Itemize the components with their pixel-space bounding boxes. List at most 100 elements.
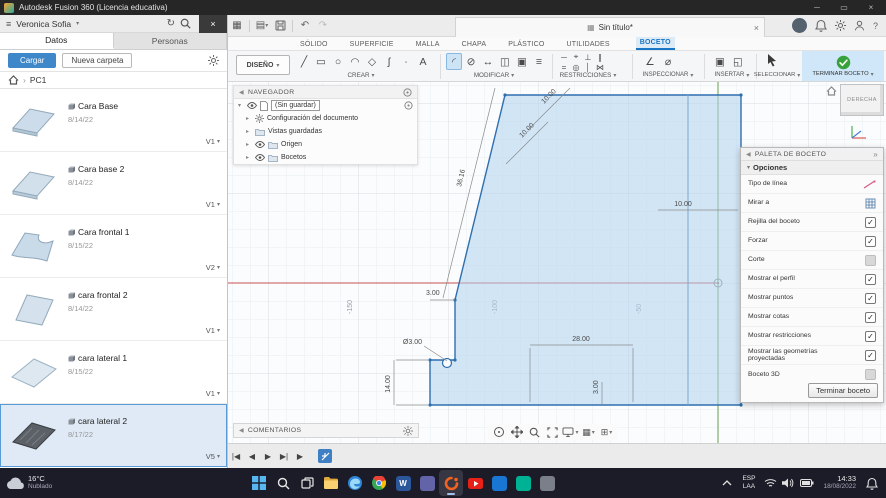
search-icon[interactable] bbox=[180, 18, 191, 29]
tool-polygon-icon[interactable]: ◇ bbox=[364, 53, 380, 70]
document-name[interactable]: (Sin guardar) bbox=[271, 100, 320, 111]
wifi-icon[interactable] bbox=[761, 470, 779, 496]
list-item[interactable]: Cara base 2 8/14/22 V1 ▾ bbox=[0, 152, 227, 215]
tool-fillet-icon[interactable]: ◜ bbox=[446, 53, 462, 70]
dimension-text[interactable]: 3.00 bbox=[426, 290, 440, 297]
new-folder-button[interactable]: Nueva carpeta bbox=[62, 53, 133, 68]
look-at-icon[interactable] bbox=[865, 198, 876, 209]
weather-widget[interactable]: 16°C Nublado bbox=[0, 474, 70, 492]
expand-caret-icon[interactable]: ▸ bbox=[246, 128, 252, 135]
browser-item-origin[interactable]: ▸ Origen bbox=[234, 138, 417, 151]
constraint-parallel-icon[interactable]: ∥ bbox=[594, 52, 606, 62]
settings-gear-icon[interactable] bbox=[208, 55, 219, 66]
tab-solido[interactable]: SÓLIDO bbox=[296, 39, 332, 50]
fusion-360-taskbar-icon[interactable] bbox=[439, 470, 463, 496]
palette-row-show-points[interactable]: Mostrar puntos bbox=[741, 289, 883, 308]
list-item[interactable]: cara lateral 1 8/15/22 V1 ▾ bbox=[0, 341, 227, 404]
file-explorer-icon[interactable] bbox=[319, 470, 343, 496]
timeline-sketch-feature[interactable] bbox=[318, 449, 332, 463]
finish-sketch-palette-button[interactable]: Terminar boceto bbox=[808, 383, 878, 398]
workspace-selector[interactable]: DISEÑO ▾ bbox=[236, 55, 290, 75]
tool-insert-image-icon[interactable]: ▣ bbox=[712, 53, 728, 70]
inspeccionar-group-label[interactable]: INSPECCIONAR ▾ bbox=[636, 72, 700, 79]
app-icon-blue[interactable] bbox=[487, 470, 511, 496]
constraint-vertical-icon[interactable]: │ bbox=[582, 62, 594, 72]
palette-row-linetype[interactable]: Tipo de línea bbox=[741, 175, 883, 194]
constraint-symmetry-icon[interactable]: ⋈ bbox=[594, 62, 606, 72]
dimension-text[interactable]: 28.00 bbox=[572, 336, 590, 343]
checkbox[interactable] bbox=[865, 235, 876, 247]
list-item[interactable]: cara frontal 2 8/14/22 V1 ▾ bbox=[0, 278, 227, 341]
palette-row-slice[interactable]: Corte bbox=[741, 251, 883, 270]
task-view-icon[interactable] bbox=[295, 470, 319, 496]
checkbox[interactable] bbox=[865, 273, 876, 285]
finish-sketch-button[interactable]: TERMINAR BOCETO ▾ bbox=[802, 51, 884, 81]
viewports-icon[interactable]: ⊞ ▾ bbox=[598, 425, 615, 439]
tab-malla[interactable]: MALLA bbox=[412, 39, 444, 50]
crear-group-label[interactable]: CREAR ▾ bbox=[296, 72, 426, 79]
volume-icon[interactable] bbox=[779, 470, 797, 496]
close-data-panel-button[interactable]: × bbox=[199, 14, 227, 33]
collapse-panel-icon[interactable]: ◀ bbox=[239, 89, 244, 96]
browser-item-named-views[interactable]: ▸ Vistas guardadas bbox=[234, 125, 417, 138]
insertar-group-label[interactable]: INSERTAR ▾ bbox=[708, 72, 756, 79]
avatar[interactable] bbox=[791, 18, 807, 33]
battery-icon[interactable] bbox=[797, 470, 817, 496]
tab-utilidades[interactable]: UTILIDADES bbox=[562, 39, 613, 50]
home-icon[interactable] bbox=[826, 86, 837, 96]
taskbar-search-icon[interactable] bbox=[271, 470, 295, 496]
tool-spline-icon[interactable]: ʃ bbox=[381, 53, 397, 70]
start-button[interactable] bbox=[247, 470, 271, 496]
pan-icon[interactable] bbox=[508, 425, 525, 439]
teams-app-icon[interactable] bbox=[415, 470, 439, 496]
palette-row-show-projected[interactable]: Mostrar las geometrías proyectadas bbox=[741, 346, 883, 365]
checkbox[interactable] bbox=[865, 349, 876, 361]
tool-circle-icon[interactable]: ○ bbox=[330, 53, 346, 70]
version-dropdown[interactable]: V2 ▾ bbox=[206, 263, 220, 272]
palette-row-lookat[interactable]: Mirar a bbox=[741, 194, 883, 213]
tray-chevron-up-icon[interactable] bbox=[718, 470, 736, 496]
restricciones-group-label[interactable]: RESTRICCIONES ▾ bbox=[550, 72, 626, 79]
constraint-coincident-icon[interactable]: ⌖ bbox=[570, 52, 582, 62]
palette-row-show-constraints[interactable]: Mostrar restricciones bbox=[741, 327, 883, 346]
tab-plastico[interactable]: PLÁSTICO bbox=[504, 39, 548, 50]
app-icon-gray[interactable] bbox=[535, 470, 559, 496]
timeline-play-icon[interactable]: ▶ bbox=[260, 452, 276, 461]
tool-measure-angle-icon[interactable]: ∠ bbox=[642, 53, 658, 70]
palette-row-show-profile[interactable]: Mostrar el perfil bbox=[741, 270, 883, 289]
undo-icon[interactable]: ↶ bbox=[296, 18, 314, 34]
redo-icon[interactable]: ↷ bbox=[314, 18, 332, 34]
app-icon-teal[interactable] bbox=[511, 470, 535, 496]
tool-extend-icon[interactable]: ↔ bbox=[480, 53, 496, 70]
maximize-button[interactable]: ▭ bbox=[833, 3, 855, 12]
eye-icon[interactable] bbox=[255, 154, 265, 161]
tool-text-icon[interactable]: A bbox=[415, 53, 431, 70]
timeline-step-forward-icon[interactable]: ▶| bbox=[276, 452, 292, 461]
modificar-group-label[interactable]: MODIFICAR ▾ bbox=[444, 72, 544, 79]
youtube-app-icon[interactable] bbox=[463, 470, 487, 496]
expand-caret-icon[interactable]: ▸ bbox=[246, 115, 252, 122]
palette-row-grid[interactable]: Rejilla del boceto bbox=[741, 213, 883, 232]
checkbox[interactable] bbox=[865, 369, 876, 380]
orbit-icon[interactable] bbox=[490, 425, 507, 439]
expand-caret-icon[interactable]: ▸ bbox=[246, 154, 252, 161]
options-section-header[interactable]: ▾ Opciones bbox=[741, 161, 883, 175]
tab-datos[interactable]: Datos bbox=[0, 33, 114, 49]
user-icon[interactable] bbox=[854, 20, 865, 31]
expand-caret-icon[interactable]: ▾ bbox=[238, 102, 244, 109]
checkbox[interactable] bbox=[865, 292, 876, 304]
checkbox[interactable] bbox=[865, 330, 876, 342]
viewcube[interactable]: DERECHA bbox=[840, 84, 884, 116]
collapse-panel-icon[interactable]: ◀ bbox=[746, 151, 751, 158]
tool-arc-icon[interactable]: ◠ bbox=[347, 53, 363, 70]
comments-bar[interactable]: ◀ COMENTARIOS bbox=[233, 423, 419, 438]
tab-personas[interactable]: Personas bbox=[113, 33, 227, 49]
tab-superficie[interactable]: SUPERFICIE bbox=[346, 39, 398, 50]
word-app-icon[interactable]: W bbox=[391, 470, 415, 496]
version-dropdown[interactable]: V5 ▾ bbox=[206, 452, 220, 461]
timeline-go-end-icon[interactable]: ▶ bbox=[292, 452, 308, 461]
hamburger-icon[interactable]: ≡ bbox=[6, 19, 11, 29]
tab-boceto[interactable]: BOCETO bbox=[635, 37, 675, 50]
timeline-step-back-icon[interactable]: ◀ bbox=[244, 452, 260, 461]
settings-gear-icon[interactable] bbox=[403, 425, 413, 436]
